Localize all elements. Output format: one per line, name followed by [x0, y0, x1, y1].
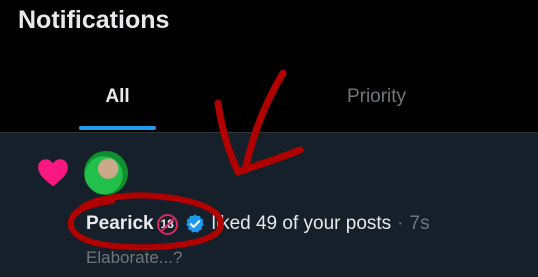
verified-badge-icon — [185, 214, 204, 233]
age-restricted-badge: 18 — [156, 213, 178, 235]
tab-bar: All Priority — [0, 62, 538, 132]
timestamp-separator: · — [397, 213, 404, 234]
tab-priority[interactable]: Priority — [235, 62, 518, 132]
username-link[interactable]: Pearick — [86, 213, 154, 235]
timestamp: 7s — [409, 213, 430, 234]
notification-action: liked 49 of your posts — [211, 213, 392, 234]
notification-text: Pearick 18 liked 49 of your posts · 7s — [86, 213, 430, 235]
avatar[interactable] — [84, 151, 128, 195]
page-title: Notifications — [18, 6, 170, 34]
heart-icon — [38, 159, 68, 187]
notification-item[interactable] — [0, 133, 538, 277]
post-preview: Elaborate...? — [86, 248, 183, 267]
active-tab-indicator — [79, 126, 156, 130]
tab-all[interactable]: All — [0, 62, 235, 132]
